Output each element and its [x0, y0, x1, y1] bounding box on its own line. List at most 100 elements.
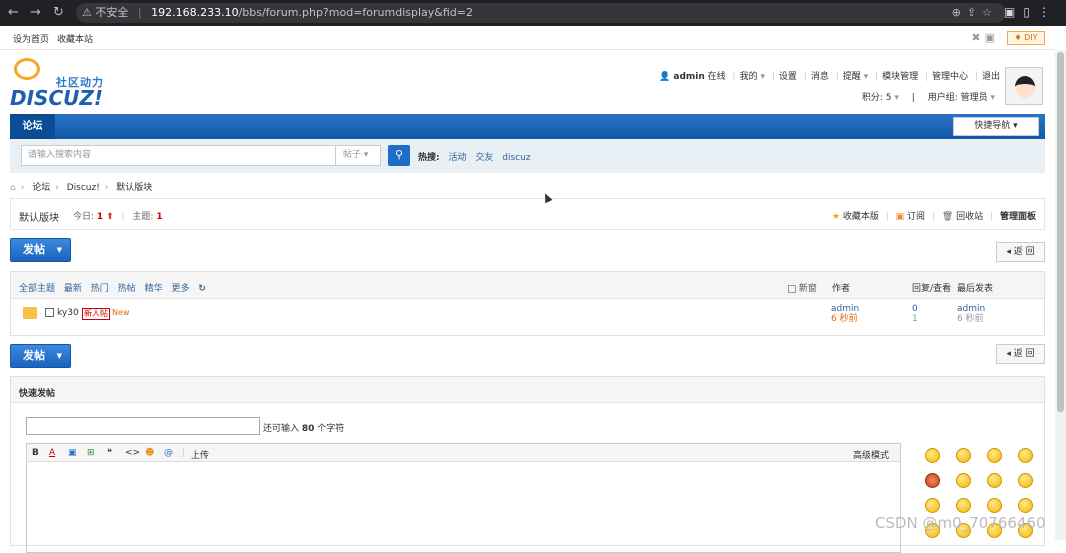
- filter-digest[interactable]: 精华: [145, 284, 163, 294]
- back-button-bottom[interactable]: ◂ 返 回: [996, 344, 1045, 364]
- browser-menu-icons[interactable]: ▣▯⋮: [1004, 5, 1058, 19]
- smiley-icon[interactable]: [956, 448, 971, 463]
- insecure-label: 不安全: [95, 6, 129, 19]
- quick-nav-button[interactable]: 快捷导航 ▾: [953, 117, 1039, 136]
- avatar[interactable]: [1005, 67, 1043, 105]
- new-window-checkbox[interactable]: 新窗: [788, 281, 817, 294]
- smiley-icon[interactable]: [956, 473, 971, 488]
- editor-toolbar: B A ▣ ⊞ ❝ <> ☻ @ | 上传 高级模式: [27, 444, 900, 462]
- breadcrumb-item[interactable]: Discuz!: [67, 183, 100, 193]
- address-bar-tools[interactable]: ⊕⇪☆: [952, 3, 998, 23]
- back-arrow-icon: ◂: [1006, 349, 1011, 359]
- smiley-icon[interactable]: [1018, 448, 1033, 463]
- smiley-icon[interactable]: ☻: [145, 448, 154, 458]
- last-poster[interactable]: admin: [957, 304, 985, 314]
- quote-icon[interactable]: ❝: [107, 448, 112, 458]
- hot-search-item[interactable]: 活动: [448, 153, 466, 163]
- new-post-button-bottom[interactable]: 发帖 ▼: [10, 344, 71, 368]
- thread-replies: 0: [912, 304, 918, 314]
- search-type-select[interactable]: 帖子 ▾: [335, 145, 381, 166]
- url-separator: |: [137, 6, 142, 19]
- settings-link[interactable]: 设置: [779, 72, 797, 82]
- url-path: /bbs/forum.php?mod=forumdisplay&fid=2: [238, 6, 473, 19]
- at-icon[interactable]: @: [164, 448, 173, 458]
- table-row[interactable]: ky30 新人帖 New admin 6 秒前 0 1 admin 6 秒前: [11, 299, 1044, 336]
- angry-smiley-icon[interactable]: [925, 473, 940, 488]
- smiley-icon[interactable]: [987, 448, 1002, 463]
- search-input[interactable]: 请输入搜索内容: [21, 145, 336, 166]
- points-link[interactable]: 积分: 5: [862, 93, 892, 103]
- favorite-site-link[interactable]: 收藏本站: [57, 32, 93, 45]
- forum-stats: 今日: 1 ⬆ | 主题: 1: [73, 212, 163, 222]
- font-color-icon[interactable]: A: [49, 448, 55, 458]
- filter-latest[interactable]: 最新: [64, 284, 82, 294]
- home-icon[interactable]: ⌂: [10, 183, 16, 193]
- forward-arrow-icon[interactable]: →: [30, 5, 41, 21]
- filter-hot[interactable]: 热门: [91, 284, 109, 294]
- post-title-input[interactable]: [26, 417, 260, 435]
- set-home-link[interactable]: 设为首页: [13, 32, 49, 45]
- logout-link[interactable]: 退出: [982, 72, 1000, 82]
- new-post-button[interactable]: 发帖 ▼: [10, 238, 71, 262]
- style-switch-icon[interactable]: ✖▣: [971, 31, 999, 44]
- site-logo[interactable]: 社区动力 DISCUZ!: [10, 58, 120, 110]
- smiley-icon[interactable]: [925, 498, 940, 513]
- breadcrumb-item[interactable]: 默认版块: [116, 183, 152, 193]
- thread-list: 全部主题 最新 热门 热帖 精华 更多 ↻ 新窗 作者 回复/查看 最后发表 k…: [10, 271, 1045, 336]
- main-nav: 论坛 快捷导航 ▾: [10, 114, 1045, 139]
- filter-more[interactable]: 更多: [171, 284, 189, 294]
- user-group-link[interactable]: 用户组: 管理员: [928, 93, 988, 103]
- watermark: CSDN @m0_70766460: [875, 514, 1046, 532]
- tab-forum[interactable]: 论坛: [10, 114, 55, 139]
- scrollbar-thumb[interactable]: [1057, 52, 1064, 412]
- refresh-icon[interactable]: ↻: [198, 284, 206, 294]
- back-arrow-icon[interactable]: ←: [8, 5, 19, 21]
- smiley-icon[interactable]: [1018, 498, 1033, 513]
- star-icon: ★: [831, 212, 840, 222]
- last-post-time[interactable]: 6 秒前: [957, 314, 984, 324]
- bold-icon[interactable]: B: [32, 448, 39, 458]
- search-type-value: 帖子: [343, 150, 362, 160]
- smiley-icon[interactable]: [987, 473, 1002, 488]
- advanced-mode-link[interactable]: 高级模式: [853, 448, 889, 461]
- thread-title[interactable]: ky30: [57, 308, 79, 318]
- filter-hot-threads[interactable]: 热帖: [118, 284, 136, 294]
- back-button[interactable]: ◂ 返 回: [996, 242, 1045, 262]
- recycle-link[interactable]: 回收站: [956, 212, 983, 222]
- filter-all[interactable]: 全部主题: [19, 284, 55, 294]
- upload-button[interactable]: 上传: [191, 448, 209, 461]
- page-scrollbar[interactable]: [1055, 50, 1066, 540]
- smiley-icon[interactable]: [1018, 473, 1033, 488]
- breadcrumb-item[interactable]: 论坛: [32, 183, 50, 193]
- user-icon: 👤: [659, 72, 671, 82]
- hot-search-item[interactable]: 交友: [475, 153, 493, 163]
- hint-count: 80: [301, 424, 315, 434]
- smiley-icon[interactable]: [925, 448, 940, 463]
- hot-search-item[interactable]: discuz: [502, 153, 530, 163]
- image-icon[interactable]: ▣: [68, 448, 77, 458]
- code-icon[interactable]: <>: [125, 448, 140, 458]
- col-last-post: 最后发表: [957, 284, 994, 294]
- thread-author[interactable]: admin: [831, 304, 859, 314]
- forum-name: 默认版块: [19, 213, 59, 224]
- url-host: 192.168.233.10: [151, 6, 239, 19]
- search-button[interactable]: ⚲: [388, 145, 410, 166]
- logo-bubble-icon: [14, 58, 40, 80]
- reminders-link[interactable]: 提醒: [843, 72, 861, 82]
- username-link[interactable]: admin: [673, 72, 704, 82]
- favorite-forum-link[interactable]: 收藏本版: [843, 212, 879, 222]
- module-manage-link[interactable]: 模块管理: [882, 72, 918, 82]
- smiley-icon[interactable]: [956, 498, 971, 513]
- post-editor[interactable]: B A ▣ ⊞ ❝ <> ☻ @ | 上传 高级模式: [26, 443, 901, 553]
- address-bar[interactable]: ⚠ 不安全 | 192.168.233.10/bbs/forum.php?mod…: [76, 3, 1006, 23]
- messages-link[interactable]: 消息: [811, 72, 829, 82]
- admin-center-link[interactable]: 管理中心: [932, 72, 968, 82]
- thread-checkbox[interactable]: [45, 308, 54, 317]
- subscribe-link[interactable]: 订阅: [907, 212, 925, 222]
- manage-panel-link[interactable]: 管理面板: [1000, 212, 1036, 222]
- link-icon[interactable]: ⊞: [87, 448, 95, 458]
- diy-button[interactable]: ♦ DIY: [1007, 31, 1045, 45]
- reload-icon[interactable]: ↻: [53, 5, 64, 21]
- my-link[interactable]: 我的: [740, 72, 758, 82]
- smiley-icon[interactable]: [987, 498, 1002, 513]
